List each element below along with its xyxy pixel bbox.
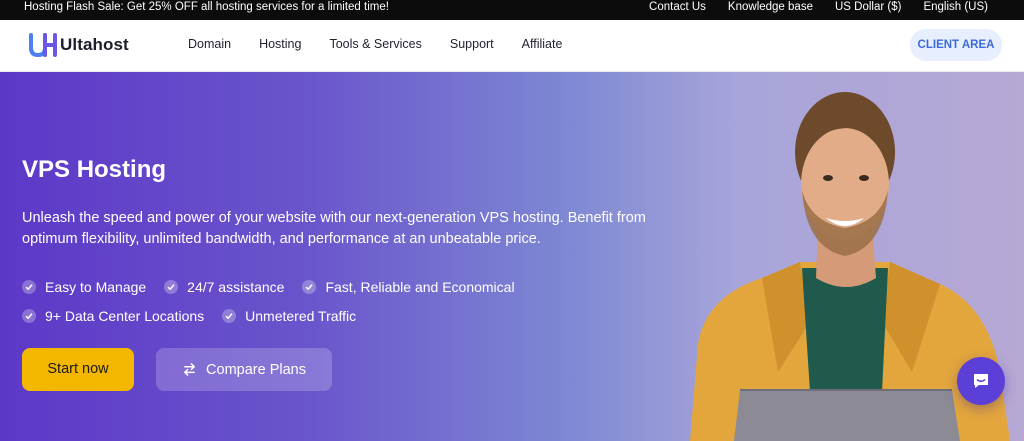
- feature-label: Unmetered Traffic: [245, 307, 357, 324]
- ultahost-logo-icon: [29, 33, 57, 57]
- check-icon: [222, 308, 237, 323]
- feature-label: Fast, Reliable and Economical: [325, 278, 515, 295]
- feature-item: 24/7 assistance: [164, 279, 284, 295]
- knowledge-base-link[interactable]: Knowledge base: [728, 0, 813, 14]
- feature-label: 9+ Data Center Locations: [45, 307, 205, 324]
- promo-text: Hosting Flash Sale: Get 25% OFF all host…: [24, 1, 389, 13]
- check-icon: [302, 279, 317, 294]
- check-icon: [22, 308, 36, 323]
- page-title: VPS Hosting: [22, 156, 167, 183]
- nav-item-support[interactable]: Support: [450, 37, 494, 51]
- swap-arrows-icon: [184, 363, 195, 376]
- check-icon: [164, 279, 179, 294]
- currency-selector[interactable]: US Dollar ($): [835, 0, 901, 14]
- nav-menu: Domain Hosting Tools & Services Support …: [188, 37, 590, 51]
- feature-list: Easy to Manage 24/7 assistance Fast, Rel…: [22, 272, 515, 330]
- hero-description: Unleash the speed and power of your webs…: [22, 210, 646, 247]
- compare-plans-label: Compare Plans: [206, 361, 306, 378]
- start-now-button[interactable]: Start now: [22, 348, 134, 391]
- chat-icon: [974, 374, 988, 388]
- client-area-button[interactable]: CLIENT AREA: [910, 29, 1002, 61]
- nav-item-tools-services[interactable]: Tools & Services: [329, 37, 421, 51]
- nav-item-domain[interactable]: Domain: [188, 37, 231, 51]
- feature-label: Easy to Manage: [45, 278, 147, 295]
- logo-text: Ultahost: [60, 35, 129, 54]
- topbar-links: Contact Us Knowledge base US Dollar ($) …: [649, 0, 988, 14]
- hero-section: VPS Hosting Unleash the speed and power …: [0, 72, 1024, 441]
- feature-item: Unmetered Traffic: [222, 308, 356, 324]
- top-promo-bar: Hosting Flash Sale: Get 25% OFF all host…: [0, 0, 1024, 20]
- logo[interactable]: Ultahost: [28, 33, 129, 57]
- nav-item-hosting[interactable]: Hosting: [259, 37, 301, 51]
- language-selector[interactable]: English (US): [923, 0, 988, 14]
- chat-button[interactable]: [957, 357, 1005, 405]
- feature-label: 24/7 assistance: [187, 278, 285, 295]
- feature-item: 9+ Data Center Locations: [22, 308, 204, 324]
- check-icon: [22, 279, 36, 294]
- feature-row: 9+ Data Center Locations Unmetered Traff…: [22, 301, 515, 330]
- feature-item: Fast, Reliable and Economical: [302, 278, 515, 295]
- compare-plans-button[interactable]: Compare Plans: [156, 348, 332, 391]
- nav-item-affiliate[interactable]: Affiliate: [522, 37, 563, 51]
- feature-item: Easy to Manage: [22, 279, 146, 295]
- feature-row: Easy to Manage 24/7 assistance Fast, Rel…: [22, 272, 515, 301]
- main-nav: Ultahost Domain Hosting Tools & Services…: [0, 20, 1024, 72]
- contact-us-link[interactable]: Contact Us: [649, 0, 706, 14]
